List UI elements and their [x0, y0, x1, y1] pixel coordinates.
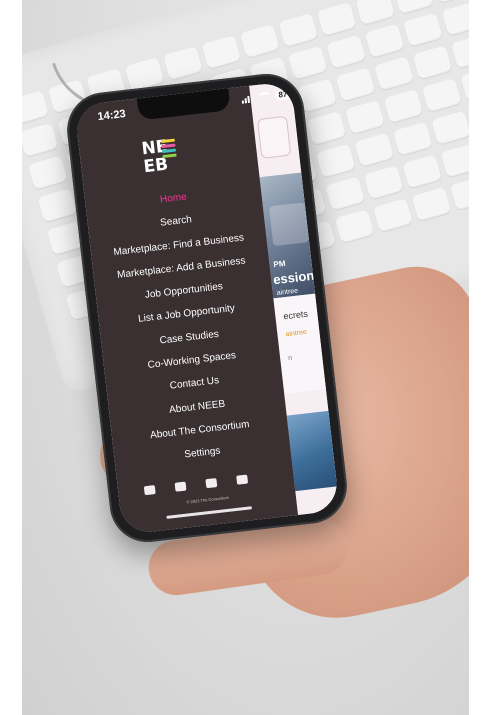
keyboard-key: [355, 0, 396, 26]
keyboard-key: [335, 67, 376, 102]
signal-icon: [241, 94, 254, 104]
keyboard-key: [278, 12, 319, 48]
keyboard-key: [421, 77, 462, 113]
photo-background: PM ession aintree ecrets aintree n 14:23…: [0, 0, 491, 715]
keyboard-key: [287, 45, 328, 81]
status-time: 14:23: [97, 108, 127, 124]
logo-bars: [160, 138, 177, 160]
keyboard-key: [354, 132, 395, 168]
keyboard-key: [334, 209, 375, 244]
logo-bar: [161, 143, 176, 149]
keyboard-key: [239, 24, 280, 59]
keyboard-key: [326, 34, 367, 70]
phone: PM ession aintree ecrets aintree n 14:23…: [63, 69, 351, 547]
neeb-logo[interactable]: NE EB: [140, 136, 185, 180]
home-indicator[interactable]: [166, 506, 253, 519]
second-event-photo: [286, 410, 338, 492]
keyboard-key: [201, 35, 242, 70]
keyboard-key: [403, 12, 443, 47]
keyboard-key: [27, 155, 68, 190]
right-border: [469, 0, 491, 715]
keyboard-key: [18, 122, 59, 158]
keyboard-key: [306, 111, 347, 146]
keyboard-key: [315, 143, 356, 179]
card-title: ecrets: [282, 308, 309, 322]
social-links: [143, 474, 249, 496]
keyboard-key: [37, 188, 78, 223]
keyboard-key: [411, 187, 452, 222]
wifi-icon: [257, 91, 273, 103]
logo-bar: [160, 138, 175, 144]
instagram-icon[interactable]: [174, 481, 187, 492]
keyboard-key: [402, 154, 442, 189]
keyboard-key: [373, 198, 413, 233]
keyboard-key: [412, 45, 453, 80]
keyboard-key: [344, 100, 385, 135]
keyboard-key: [316, 1, 357, 37]
facebook-icon[interactable]: [143, 485, 156, 496]
keyboard-key: [392, 121, 433, 157]
card-meta: aintree: [285, 328, 308, 339]
keyboard-key: [393, 0, 434, 15]
keyboard-key: [364, 23, 405, 58]
keyboard-key: [363, 165, 404, 200]
battery-icon: 87: [274, 89, 291, 101]
event-time: PM: [273, 258, 286, 270]
content-box: [256, 115, 292, 159]
logo-bar: [161, 148, 177, 154]
linkedin-icon[interactable]: [205, 478, 218, 489]
logo-bar: [162, 153, 177, 159]
nav-menu: Home Search Marketplace: Find a Business Ma…: [85, 177, 292, 475]
left-border: [0, 0, 22, 715]
keyboard-key: [383, 88, 424, 124]
keyboard-key: [374, 56, 414, 91]
email-icon[interactable]: [236, 474, 249, 485]
phone-screen: PM ession aintree ecrets aintree n 14:23…: [74, 81, 340, 535]
card-extra: n: [287, 354, 293, 363]
keyboard-key: [325, 176, 366, 211]
keyboard-key: [431, 110, 472, 146]
